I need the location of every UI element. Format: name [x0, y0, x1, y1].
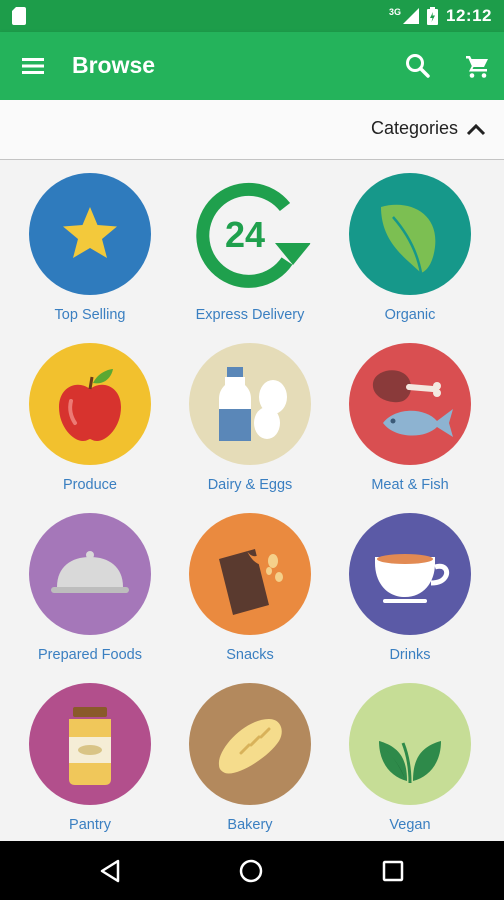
category-label: Express Delivery: [195, 307, 305, 323]
status-bar: 3G 12:12: [0, 0, 504, 32]
category-label: Pantry: [69, 817, 111, 833]
category-label: Organic: [384, 307, 436, 323]
category-label: Meat & Fish: [371, 477, 449, 493]
home-circle-icon[interactable]: [237, 857, 265, 885]
categories-bar: Categories: [0, 100, 504, 160]
category-pantry[interactable]: Pantry: [10, 671, 170, 841]
category-snacks[interactable]: Snacks: [170, 501, 330, 671]
category-icon-bg: [189, 343, 311, 465]
category-label: Vegan: [389, 817, 431, 833]
category-icon-bg: [189, 513, 311, 635]
categories-label: Categories: [370, 118, 458, 138]
category-icon-bg: 24: [189, 173, 311, 295]
signal-icon: [403, 8, 420, 24]
delivery-24-icon: 24: [196, 182, 311, 288]
shopping-cart-icon[interactable]: [463, 52, 491, 80]
leaf-icon: [381, 204, 436, 274]
svg-text:24: 24: [225, 214, 265, 255]
category-vegan[interactable]: Vegan: [330, 671, 490, 841]
category-icon-bg: [349, 683, 471, 805]
hamburger-menu-icon[interactable]: [21, 54, 45, 78]
network-type: 3G: [389, 6, 402, 17]
category-icon-bg: [29, 343, 151, 465]
category-icon-bg: [29, 173, 151, 295]
category-prepared-foods[interactable]: Prepared Foods: [10, 501, 170, 671]
category-label: Drinks: [389, 647, 431, 663]
chocolate-icon: [219, 549, 283, 615]
chevron-up-icon: [466, 123, 486, 135]
category-label: Produce: [62, 477, 117, 493]
search-icon[interactable]: [404, 52, 432, 80]
category-icon-bg: [349, 173, 471, 295]
battery-icon: [427, 7, 439, 25]
categories-toggle[interactable]: Categories: [371, 118, 486, 139]
category-express-delivery[interactable]: 24 Express Delivery: [170, 161, 330, 331]
star-icon: [63, 207, 117, 258]
recents-square-icon[interactable]: [379, 857, 407, 885]
category-icon-bg: [349, 343, 471, 465]
apple-icon: [59, 369, 121, 441]
meat-fish-icon: [372, 370, 453, 437]
category-top-selling[interactable]: Top Selling: [10, 161, 170, 331]
category-icon-bg: [189, 683, 311, 805]
back-triangle-icon[interactable]: [96, 857, 124, 885]
category-label: Dairy & Eggs: [207, 477, 293, 493]
category-drinks[interactable]: Drinks: [330, 501, 490, 671]
teacup-icon: [375, 554, 450, 603]
milk-eggs-icon: [219, 367, 287, 441]
bread-icon: [218, 719, 282, 774]
clock: 12:12: [446, 6, 492, 25]
category-label: Snacks: [226, 647, 274, 663]
page-title: Browse: [72, 52, 156, 78]
category-dairy-eggs[interactable]: Dairy & Eggs: [170, 331, 330, 501]
category-bakery[interactable]: Bakery: [170, 671, 330, 841]
jar-icon: [69, 707, 111, 785]
category-produce[interactable]: Produce: [10, 331, 170, 501]
category-organic[interactable]: Organic: [330, 161, 490, 331]
category-grid: Top Selling 24 Express Delivery Organic: [0, 161, 504, 841]
category-label: Bakery: [227, 817, 273, 833]
cloche-icon: [51, 551, 129, 593]
category-icon-bg: [29, 513, 151, 635]
sprout-icon: [379, 741, 441, 784]
category-label: Top Selling: [54, 307, 126, 323]
category-label: Prepared Foods: [38, 647, 142, 663]
category-meat-fish[interactable]: Meat & Fish: [330, 331, 490, 501]
system-nav-bar: [0, 841, 504, 900]
app-bar: Browse: [0, 32, 504, 100]
sim-card-icon: [12, 7, 26, 25]
category-icon-bg: [29, 683, 151, 805]
category-icon-bg: [349, 513, 471, 635]
